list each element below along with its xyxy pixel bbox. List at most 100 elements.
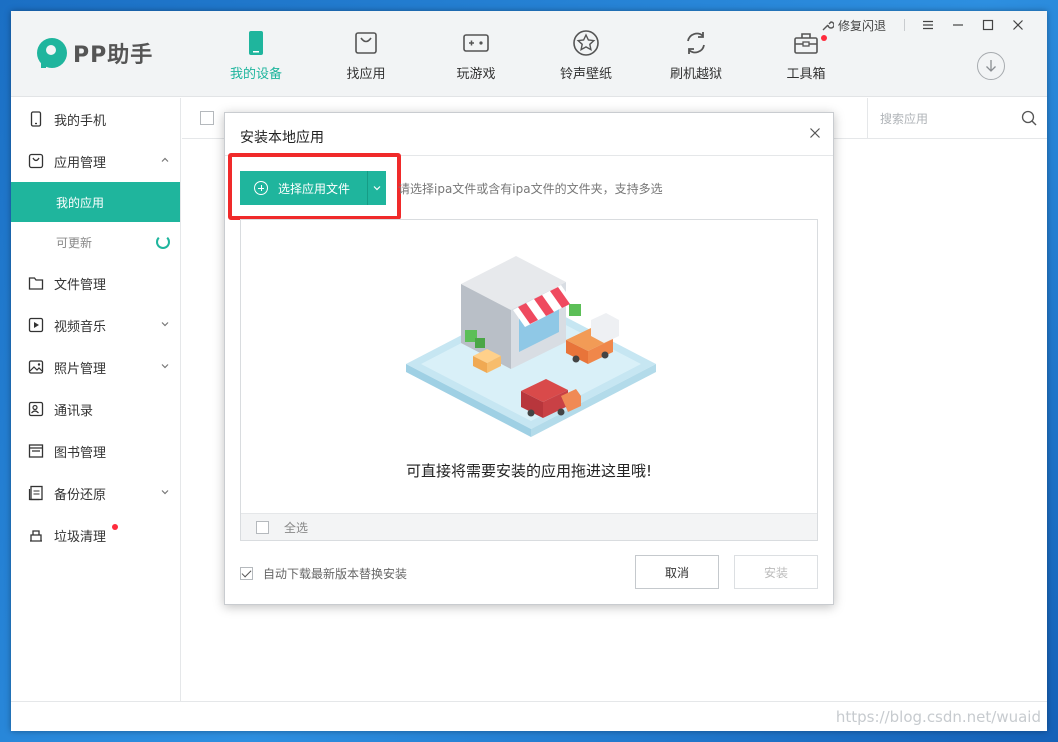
wrench-icon xyxy=(822,20,834,30)
nav-tab-games[interactable]: 玩游戏 xyxy=(421,25,531,82)
download-button[interactable] xyxy=(977,52,1005,80)
sidebar-subitem-updates[interactable]: 可更新 xyxy=(11,222,180,262)
broom-icon xyxy=(30,530,42,542)
sidebar-item-video-music[interactable]: 视频音乐 xyxy=(11,304,180,346)
chevron-down-icon xyxy=(161,490,169,495)
menu-button[interactable] xyxy=(913,15,943,35)
chevron-down-icon xyxy=(161,364,169,369)
nav-label: 玩游戏 xyxy=(456,67,496,82)
sidebar-item-contacts[interactable]: 通讯录 xyxy=(11,388,180,430)
notification-dot xyxy=(821,35,827,41)
auto-download-checkbox[interactable] xyxy=(240,567,253,580)
sidebar-item-label: 备份还原 xyxy=(54,487,107,503)
nav-label: 我的设备 xyxy=(229,67,282,82)
dialog-title: 安装本地应用 xyxy=(240,130,324,146)
main-nav: 我的设备 找应用 玩游戏 铃声壁纸 刷机越狱 工具箱 xyxy=(201,25,861,82)
minimize-icon xyxy=(953,24,963,26)
close-window-button[interactable] xyxy=(1003,15,1033,35)
sidebar-item-label: 我的手机 xyxy=(54,113,107,129)
nav-tab-jailbreak[interactable]: 刷机越狱 xyxy=(641,25,751,82)
sidebar-item-backup-restore[interactable]: 备份还原 xyxy=(11,472,180,514)
watermark-text: https://blog.csdn.net/wuaid xyxy=(835,708,1041,726)
sidebar-item-book-management[interactable]: 图书管理 xyxy=(11,430,180,472)
app-bag-icon xyxy=(355,32,377,54)
search-icon xyxy=(1021,110,1037,126)
sidebar-item-label: 垃圾清理 xyxy=(54,529,107,545)
loading-spinner-icon xyxy=(156,235,170,249)
star-icon xyxy=(573,30,599,56)
backup-icon xyxy=(28,485,43,501)
chevron-up-icon xyxy=(161,157,169,162)
red-highlight-box xyxy=(228,153,401,220)
select-all-checkbox[interactable] xyxy=(256,520,269,534)
select-all-checkbox[interactable] xyxy=(200,111,214,125)
maximize-button[interactable] xyxy=(973,15,1003,35)
nav-tab-my-device[interactable]: 我的设备 xyxy=(201,25,311,82)
sidebar-item-label: 图书管理 xyxy=(54,445,107,461)
cancel-button[interactable]: 取消 xyxy=(635,555,719,589)
nav-label: 工具箱 xyxy=(786,67,826,82)
phone-outline-icon xyxy=(30,111,42,127)
cancel-label: 取消 xyxy=(664,565,689,580)
play-icon xyxy=(28,317,44,333)
search-input[interactable]: 搜索应用 xyxy=(867,98,1047,138)
dialog-close-button[interactable] xyxy=(809,127,821,143)
close-icon xyxy=(1013,20,1023,30)
app-logo: PP助手 xyxy=(37,37,153,69)
nav-label: 刷机越狱 xyxy=(669,67,722,82)
nav-label: 铃声壁纸 xyxy=(559,67,612,82)
sidebar-item-my-phone[interactable]: 我的手机 xyxy=(11,98,180,140)
drop-zone-footer: 全选 xyxy=(241,513,817,540)
sidebar-subitem-label: 可更新 xyxy=(56,235,93,250)
window-controls: 修复闪退 xyxy=(821,15,1033,35)
install-button[interactable]: 安装 xyxy=(734,555,818,589)
pp-logo-icon xyxy=(37,38,67,68)
logo-text: PP助手 xyxy=(73,43,154,68)
app-window: PP助手 我的设备 找应用 玩游戏 铃声壁纸 刷机越狱 工具箱 修复闪退 我的手… xyxy=(11,11,1047,731)
menu-icon xyxy=(923,20,933,30)
sidebar-item-label: 照片管理 xyxy=(54,361,107,377)
minimize-button[interactable] xyxy=(943,15,973,35)
sidebar-item-label: 视频音乐 xyxy=(54,319,107,335)
search-placeholder: 搜索应用 xyxy=(880,111,929,126)
notification-dot xyxy=(112,524,118,530)
chevron-down-icon xyxy=(161,322,169,327)
select-all-label: 全选 xyxy=(284,520,309,535)
sidebar-subitem-label: 我的应用 xyxy=(56,195,105,210)
sidebar-item-label: 通讯录 xyxy=(54,403,94,419)
nav-label: 找应用 xyxy=(346,67,386,82)
fix-crash-button[interactable]: 修复闪退 xyxy=(821,17,886,34)
auto-download-label: 自动下载最新版本替换安装 xyxy=(263,567,408,581)
sidebar-item-label: 文件管理 xyxy=(54,277,107,293)
sidebar-item-photo-management[interactable]: 照片管理 xyxy=(11,346,180,388)
maximize-icon xyxy=(982,19,994,31)
gamepad-icon xyxy=(463,34,489,52)
refresh-icon xyxy=(687,32,705,54)
sidebar-item-label: 应用管理 xyxy=(54,155,107,171)
divider xyxy=(904,19,905,31)
sidebar-subitem-my-apps[interactable]: 我的应用 xyxy=(11,182,180,222)
close-icon xyxy=(810,128,820,138)
nav-tab-ringtones[interactable]: 铃声壁纸 xyxy=(531,25,641,82)
download-icon xyxy=(986,60,996,72)
image-icon xyxy=(28,360,44,374)
install-label: 安装 xyxy=(763,565,788,580)
sidebar-item-file-management[interactable]: 文件管理 xyxy=(11,262,180,304)
sidebar-item-junk-cleanup[interactable]: 垃圾清理 xyxy=(11,514,180,556)
file-hint-text: 请选择ipa文件或含有ipa文件的文件夹，支持多选 xyxy=(398,182,663,196)
nav-tab-find-app[interactable]: 找应用 xyxy=(311,25,421,82)
book-icon xyxy=(28,444,44,458)
app-bag-icon xyxy=(28,153,44,169)
top-header: PP助手 我的设备 找应用 玩游戏 铃声壁纸 刷机越狱 工具箱 修复闪退 xyxy=(11,11,1047,97)
sidebar-item-app-management[interactable]: 应用管理 xyxy=(11,140,180,182)
drop-zone[interactable]: 可直接将需要安装的应用拖进这里哦! 全选 xyxy=(240,219,818,541)
store-illustration xyxy=(406,256,656,437)
auto-download-option[interactable]: 自动下载最新版本替换安装 xyxy=(240,565,407,582)
fix-crash-label: 修复闪退 xyxy=(837,18,886,33)
install-local-app-dialog: 安装本地应用 选择应用文件 请选择ipa文件或含有ipa文件的文件夹，支持多选 xyxy=(224,112,834,605)
status-bar: https://blog.csdn.net/wuaid xyxy=(11,701,1047,731)
sidebar: 我的手机 应用管理 我的应用 可更新 文件管理 视频音乐 照片管理 通讯录 图书… xyxy=(11,98,181,701)
drop-instruction: 可直接将需要安装的应用拖进这里哦! xyxy=(405,462,652,480)
phone-icon xyxy=(249,31,263,55)
toolbox-icon xyxy=(794,33,818,54)
